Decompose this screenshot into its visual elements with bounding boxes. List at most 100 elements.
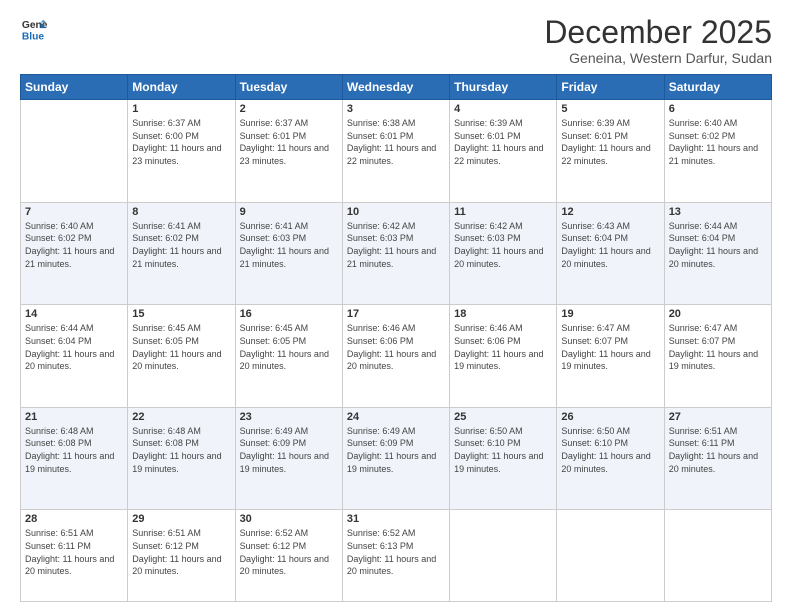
table-row — [21, 100, 128, 203]
table-row: 25 Sunrise: 6:50 AMSunset: 6:10 PMDayligh… — [450, 407, 557, 510]
day-number: 7 — [25, 206, 123, 218]
day-number: 2 — [240, 103, 338, 115]
header-sunday: Sunday — [21, 75, 128, 100]
table-row: 27 Sunrise: 6:51 AMSunset: 6:11 PMDayligh… — [664, 407, 771, 510]
day-number: 23 — [240, 411, 338, 423]
header-wednesday: Wednesday — [342, 75, 449, 100]
table-row: 10Sunrise: 6:42 AMSunset: 6:03 PMDayligh… — [342, 202, 449, 305]
header-tuesday: Tuesday — [235, 75, 342, 100]
day-number: 17 — [347, 308, 445, 320]
day-number: 24 — [347, 411, 445, 423]
day-number: 25 — [454, 411, 552, 423]
day-number: 30 — [240, 513, 338, 525]
table-row: 1 Sunrise: 6:37 AMSunset: 6:00 PMDaylight… — [128, 100, 235, 203]
header-friday: Friday — [557, 75, 664, 100]
table-row: 11 Sunrise: 6:42 AMSunset: 6:03 PMDayligh… — [450, 202, 557, 305]
day-info: Sunrise: 6:40 AMSunset: 6:02 PMDaylight:… — [25, 220, 123, 270]
table-row: 8 Sunrise: 6:41 AMSunset: 6:02 PMDaylight… — [128, 202, 235, 305]
table-row: 15 Sunrise: 6:45 AMSunset: 6:05 PMDayligh… — [128, 305, 235, 408]
day-number: 4 — [454, 103, 552, 115]
table-row: 30Sunrise: 6:52 AMSunset: 6:12 PMDayligh… — [235, 510, 342, 602]
table-row: 7 Sunrise: 6:40 AMSunset: 6:02 PMDaylight… — [21, 202, 128, 305]
day-info: Sunrise: 6:51 AMSunset: 6:11 PMDaylight:… — [25, 527, 123, 577]
day-info: Sunrise: 6:48 AMSunset: 6:08 PMDaylight:… — [25, 425, 123, 475]
day-info: Sunrise: 6:50 AMSunset: 6:10 PMDaylight:… — [454, 425, 552, 475]
page: General Blue December 2025 Geneina, West… — [0, 0, 792, 612]
table-row: 14 Sunrise: 6:44 AMSunset: 6:04 PMDayligh… — [21, 305, 128, 408]
day-number: 27 — [669, 411, 767, 423]
table-row: 6 Sunrise: 6:40 AMSunset: 6:02 PMDaylight… — [664, 100, 771, 203]
table-row: 26 Sunrise: 6:50 AMSunset: 6:10 PMDayligh… — [557, 407, 664, 510]
table-row: 21 Sunrise: 6:48 AMSunset: 6:08 PMDayligh… — [21, 407, 128, 510]
day-number: 28 — [25, 513, 123, 525]
day-info: Sunrise: 6:38 AMSunset: 6:01 PMDaylight:… — [347, 117, 445, 167]
day-info: Sunrise: 6:44 AMSunset: 6:04 PMDaylight:… — [669, 220, 767, 270]
day-info: Sunrise: 6:46 AMSunset: 6:06 PMDaylight:… — [454, 322, 552, 372]
table-row: 3 Sunrise: 6:38 AMSunset: 6:01 PMDaylight… — [342, 100, 449, 203]
day-info: Sunrise: 6:51 AMSunset: 6:11 PMDaylight:… — [669, 425, 767, 475]
day-number: 15 — [132, 308, 230, 320]
table-row: 16 Sunrise: 6:45 AMSunset: 6:05 PMDayligh… — [235, 305, 342, 408]
day-info: Sunrise: 6:43 AMSunset: 6:04 PMDaylight:… — [561, 220, 659, 270]
day-info: Sunrise: 6:47 AMSunset: 6:07 PMDaylight:… — [561, 322, 659, 372]
table-row: 22 Sunrise: 6:48 AMSunset: 6:08 PMDayligh… — [128, 407, 235, 510]
day-number: 14 — [25, 308, 123, 320]
day-info: Sunrise: 6:46 AMSunset: 6:06 PMDaylight:… — [347, 322, 445, 372]
svg-text:Blue: Blue — [22, 31, 45, 42]
day-number: 12 — [561, 206, 659, 218]
table-row — [664, 510, 771, 602]
day-number: 21 — [25, 411, 123, 423]
header-saturday: Saturday — [664, 75, 771, 100]
day-number: 18 — [454, 308, 552, 320]
table-row: 5Sunrise: 6:39 AMSunset: 6:01 PMDaylight… — [557, 100, 664, 203]
logo-icon: General Blue — [20, 15, 48, 43]
day-number: 6 — [669, 103, 767, 115]
day-number: 3 — [347, 103, 445, 115]
day-info: Sunrise: 6:47 AMSunset: 6:07 PMDaylight:… — [669, 322, 767, 372]
day-number: 9 — [240, 206, 338, 218]
day-info: Sunrise: 6:48 AMSunset: 6:08 PMDaylight:… — [132, 425, 230, 475]
day-number: 1 — [132, 103, 230, 115]
table-row: 29Sunrise: 6:51 AMSunset: 6:12 PMDayligh… — [128, 510, 235, 602]
day-info: Sunrise: 6:49 AMSunset: 6:09 PMDaylight:… — [347, 425, 445, 475]
logo: General Blue — [20, 15, 48, 43]
header-monday: Monday — [128, 75, 235, 100]
table-row: 28 Sunrise: 6:51 AMSunset: 6:11 PMDayligh… — [21, 510, 128, 602]
table-row — [450, 510, 557, 602]
day-number: 5 — [561, 103, 659, 115]
header: General Blue December 2025 Geneina, West… — [20, 15, 772, 66]
day-number: 10 — [347, 206, 445, 218]
table-row: 18 Sunrise: 6:46 AMSunset: 6:06 PMDayligh… — [450, 305, 557, 408]
calendar-week-row: 28 Sunrise: 6:51 AMSunset: 6:11 PMDayligh… — [21, 510, 772, 602]
day-info: Sunrise: 6:45 AMSunset: 6:05 PMDaylight:… — [240, 322, 338, 372]
table-row: 31Sunrise: 6:52 AMSunset: 6:13 PMDayligh… — [342, 510, 449, 602]
day-number: 29 — [132, 513, 230, 525]
day-info: Sunrise: 6:40 AMSunset: 6:02 PMDaylight:… — [669, 117, 767, 167]
day-number: 26 — [561, 411, 659, 423]
day-info: Sunrise: 6:49 AMSunset: 6:09 PMDaylight:… — [240, 425, 338, 475]
day-number: 22 — [132, 411, 230, 423]
table-row — [557, 510, 664, 602]
table-row: 17 Sunrise: 6:46 AMSunset: 6:06 PMDayligh… — [342, 305, 449, 408]
day-info: Sunrise: 6:39 AMSunset: 6:01 PMDaylight:… — [454, 117, 552, 167]
day-info: Sunrise: 6:50 AMSunset: 6:10 PMDaylight:… — [561, 425, 659, 475]
calendar-week-row: 14 Sunrise: 6:44 AMSunset: 6:04 PMDayligh… — [21, 305, 772, 408]
day-number: 16 — [240, 308, 338, 320]
table-row: 12 Sunrise: 6:43 AMSunset: 6:04 PMDayligh… — [557, 202, 664, 305]
day-info: Sunrise: 6:41 AMSunset: 6:02 PMDaylight:… — [132, 220, 230, 270]
day-info: Sunrise: 6:41 AMSunset: 6:03 PMDaylight:… — [240, 220, 338, 270]
table-row: 19Sunrise: 6:47 AMSunset: 6:07 PMDayligh… — [557, 305, 664, 408]
table-row: 20 Sunrise: 6:47 AMSunset: 6:07 PMDayligh… — [664, 305, 771, 408]
day-info: Sunrise: 6:42 AMSunset: 6:03 PMDaylight:… — [454, 220, 552, 270]
calendar-week-row: 1 Sunrise: 6:37 AMSunset: 6:00 PMDaylight… — [21, 100, 772, 203]
calendar-week-row: 21 Sunrise: 6:48 AMSunset: 6:08 PMDayligh… — [21, 407, 772, 510]
day-number: 13 — [669, 206, 767, 218]
day-info: Sunrise: 6:45 AMSunset: 6:05 PMDaylight:… — [132, 322, 230, 372]
day-number: 8 — [132, 206, 230, 218]
day-number: 20 — [669, 308, 767, 320]
day-info: Sunrise: 6:37 AMSunset: 6:00 PMDaylight:… — [132, 117, 230, 167]
day-number: 11 — [454, 206, 552, 218]
calendar-table: Sunday Monday Tuesday Wednesday Thursday… — [20, 74, 772, 602]
day-info: Sunrise: 6:44 AMSunset: 6:04 PMDaylight:… — [25, 322, 123, 372]
table-row: 13 Sunrise: 6:44 AMSunset: 6:04 PMDayligh… — [664, 202, 771, 305]
